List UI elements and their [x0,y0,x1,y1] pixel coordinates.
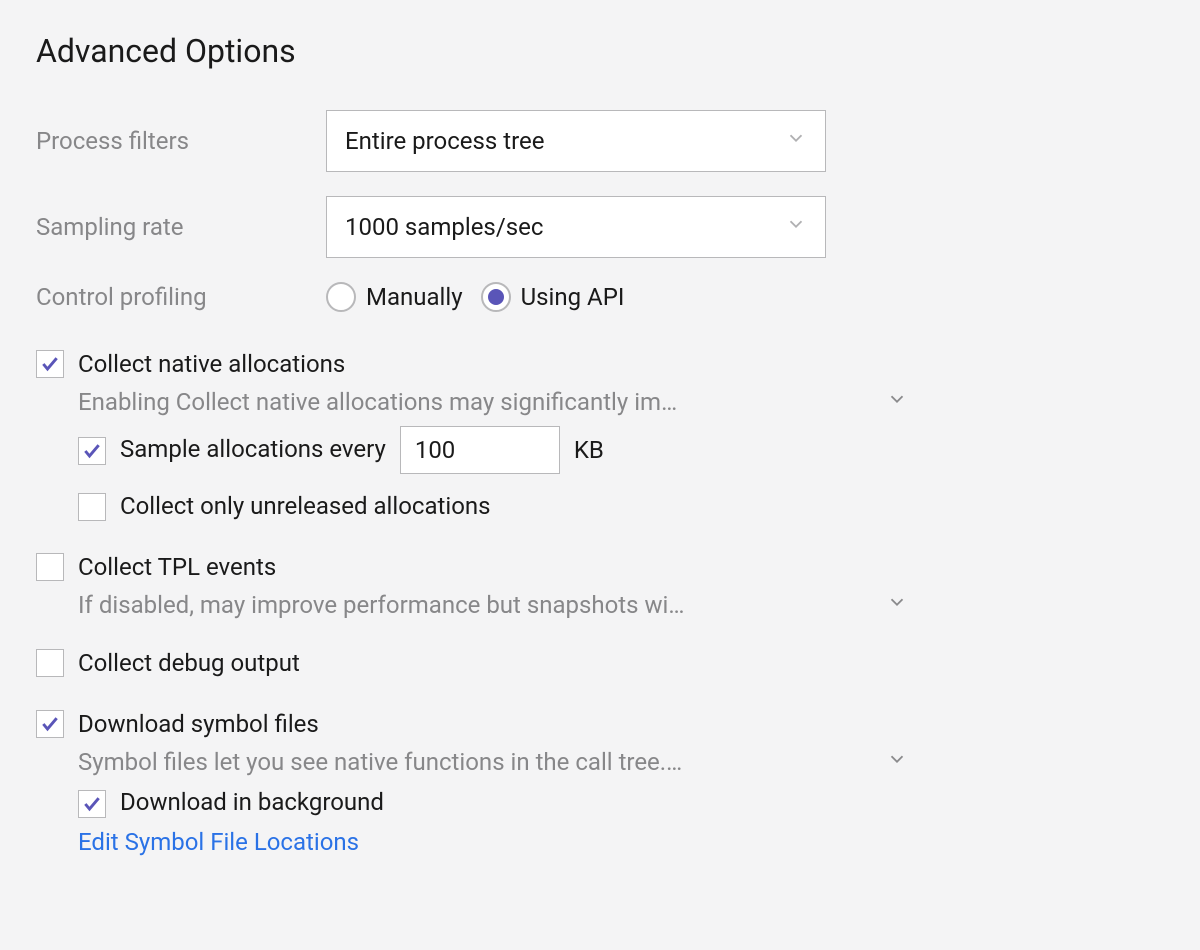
control-profiling-radio-group: Manually Using API [326,282,624,312]
download-symbols-description-row: Symbol files let you see native function… [78,748,908,776]
collect-tpl-checkbox[interactable] [36,553,64,581]
collect-native-description: Enabling Collect native allocations may … [78,388,874,416]
sample-allocations-checkbox[interactable] [78,437,106,465]
chevron-down-icon [785,127,807,155]
process-filters-label: Process filters [36,127,326,155]
download-symbols-item: Download symbol files [36,708,1164,742]
collect-native-description-row: Enabling Collect native allocations may … [78,388,908,416]
sampling-rate-value: 1000 samples/sec [345,213,785,241]
collect-debug-item: Collect debug output [36,647,1164,681]
radio-circle-icon [326,282,356,312]
collect-debug-section: Collect debug output [36,647,1164,681]
sample-allocations-unit: KB [574,436,604,464]
sample-allocations-row: Sample allocations every KB [78,426,1164,474]
sample-allocations-label: Sample allocations every [120,433,386,467]
collect-tpl-label: Collect TPL events [78,551,276,585]
process-filters-row: Process filters Entire process tree [36,110,1164,172]
radio-using-api[interactable]: Using API [481,282,625,312]
download-symbols-section: Download symbol files Symbol files let y… [36,708,1164,855]
sampling-rate-row: Sampling rate 1000 samples/sec [36,196,1164,258]
chevron-down-icon [785,213,807,241]
expand-download-symbols-icon[interactable] [886,748,908,776]
collect-tpl-description-row: If disabled, may improve performance but… [78,591,908,619]
download-background-label: Download in background [120,786,384,820]
section-title: Advanced Options [36,32,1164,70]
control-profiling-row: Control profiling Manually Using API [36,282,1164,312]
collect-native-suboptions: Sample allocations every KB Collect only… [78,426,1164,524]
collect-debug-checkbox[interactable] [36,649,64,677]
only-unreleased-row: Collect only unreleased allocations [78,490,1164,524]
collect-native-checkbox[interactable] [36,350,64,378]
collect-native-item: Collect native allocations [36,348,1164,382]
edit-symbol-row: Edit Symbol File Locations [78,828,1164,856]
download-background-row: Download in background [78,786,1164,820]
edit-symbol-locations-link[interactable]: Edit Symbol File Locations [78,828,359,856]
sampling-rate-select[interactable]: 1000 samples/sec [326,196,826,258]
process-filters-select[interactable]: Entire process tree [326,110,826,172]
radio-manually[interactable]: Manually [326,282,463,312]
collect-tpl-description: If disabled, may improve performance but… [78,591,874,619]
only-unreleased-label: Collect only unreleased allocations [120,490,491,524]
download-symbols-label: Download symbol files [78,708,319,742]
download-background-checkbox[interactable] [78,790,106,818]
sample-allocations-input[interactable] [400,426,560,474]
download-symbols-suboptions: Download in background [78,786,1164,820]
expand-collect-native-icon[interactable] [886,388,908,416]
sampling-rate-label: Sampling rate [36,213,326,241]
collect-tpl-section: Collect TPL events If disabled, may impr… [36,551,1164,619]
collect-native-section: Collect native allocations Enabling Coll… [36,348,1164,523]
expand-collect-tpl-icon[interactable] [886,591,908,619]
advanced-options-panel: Advanced Options Process filters Entire … [0,0,1200,892]
control-profiling-label: Control profiling [36,283,326,311]
download-symbols-checkbox[interactable] [36,710,64,738]
only-unreleased-checkbox[interactable] [78,493,106,521]
collect-tpl-item: Collect TPL events [36,551,1164,585]
download-symbols-description: Symbol files let you see native function… [78,748,874,776]
radio-circle-icon [481,282,511,312]
radio-api-label: Using API [521,283,625,311]
process-filters-value: Entire process tree [345,127,785,155]
options-block: Collect native allocations Enabling Coll… [36,348,1164,856]
radio-manually-label: Manually [366,283,463,311]
collect-native-label: Collect native allocations [78,348,345,382]
collect-debug-label: Collect debug output [78,647,300,681]
